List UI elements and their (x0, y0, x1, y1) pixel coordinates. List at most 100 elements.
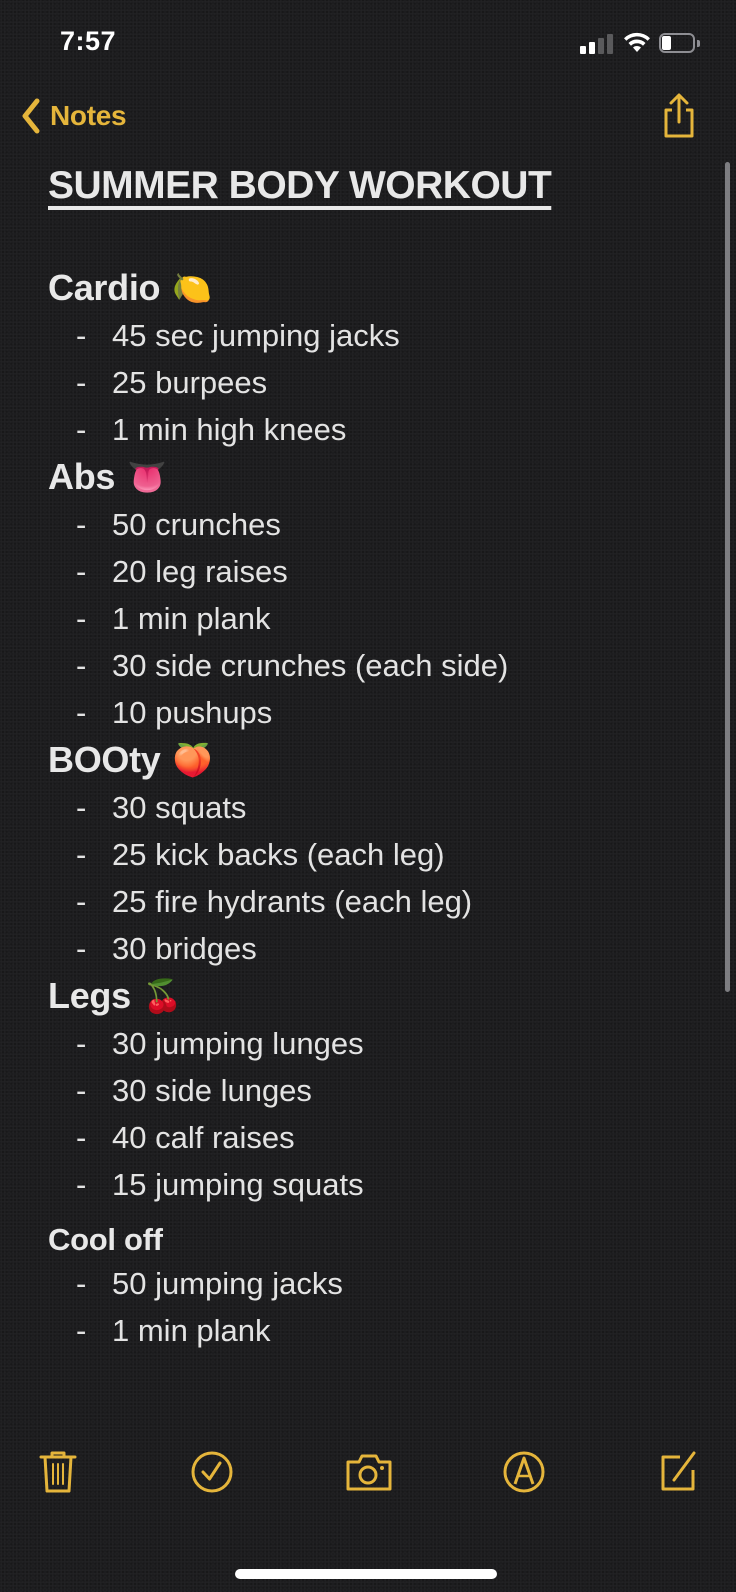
cellular-signal-icon (580, 34, 614, 54)
section-abs: Abs 👅 -50 crunches -20 leg raises -1 min pla… (48, 453, 708, 736)
section-legs: Legs 🍒 -30 jumping lunges -30 side lunges -4… (48, 972, 708, 1208)
peach-emoji: 🍑 (172, 742, 213, 778)
navigation-bar: Notes (0, 92, 736, 142)
exercise-text: 20 leg raises (112, 554, 288, 589)
exercise-item: -1 min plank (48, 1307, 708, 1354)
exercise-text: 30 side lunges (112, 1073, 312, 1108)
note-body[interactable]: SUMMER BODY WORKOUT Cardio 🍋 -45 sec jumpi… (48, 160, 708, 1354)
exercise-item: -1 min plank (48, 595, 708, 642)
compose-icon[interactable] (656, 1448, 700, 1496)
section-heading: Legs 🍒 (48, 972, 708, 1020)
status-bar: 7:57 (0, 0, 736, 80)
home-indicator[interactable] (235, 1569, 497, 1579)
trash-icon[interactable] (36, 1448, 80, 1496)
exercise-text: 30 squats (112, 790, 247, 825)
note-sections: Cardio 🍋 -45 sec jumping jacks -25 burpees -… (48, 264, 708, 1354)
cherries-emoji: 🍒 (142, 978, 183, 1014)
tongue-emoji: 👅 (127, 459, 167, 495)
section-heading-text: Cardio (48, 267, 161, 308)
section-booty: BOOty 🍑 -30 squats -25 kick backs (each leg… (48, 736, 708, 972)
exercise-text: 30 side crunches (each side) (112, 648, 509, 683)
bullet-dash: - (76, 1167, 87, 1202)
camera-icon[interactable] (345, 1448, 393, 1496)
checkmark-circle-icon[interactable] (190, 1448, 234, 1496)
exercise-item: -45 sec jumping jacks (48, 312, 708, 359)
exercise-text: 30 bridges (112, 931, 257, 966)
exercise-text: 50 jumping jacks (112, 1266, 343, 1301)
scrollbar[interactable] (725, 162, 730, 992)
exercise-item: -1 min high knees (48, 406, 708, 453)
battery-icon (659, 33, 701, 55)
section-heading-text: Legs (48, 975, 131, 1016)
exercise-text: 40 calf raises (112, 1120, 295, 1155)
status-time: 7:57 (60, 26, 117, 56)
back-label: Notes (50, 100, 127, 131)
bullet-dash: - (76, 1026, 87, 1061)
exercise-list: -30 squats -25 kick backs (each leg) -25 f… (48, 784, 708, 972)
exercise-item: -40 calf raises (48, 1114, 708, 1161)
section-heading: Cardio 🍋 (48, 264, 708, 312)
exercise-item: -30 side lunges (48, 1067, 708, 1114)
bullet-dash: - (76, 1120, 87, 1155)
exercise-item: -10 pushups (48, 689, 708, 736)
bullet-dash: - (76, 318, 87, 353)
section-heading-text: BOOty (48, 739, 161, 780)
section-cardio: Cardio 🍋 -45 sec jumping jacks -25 burpees -… (48, 264, 708, 453)
bullet-dash: - (76, 1313, 87, 1348)
section-heading-text: Cool off (48, 1222, 163, 1257)
exercise-text: 1 min plank (112, 601, 271, 636)
exercise-list: -30 jumping lunges -30 side lunges -40 cal… (48, 1020, 708, 1208)
exercise-text: 25 fire hydrants (each leg) (112, 884, 473, 919)
exercise-item: -25 burpees (48, 359, 708, 406)
section-heading: Abs 👅 (48, 453, 708, 501)
wifi-icon (624, 32, 650, 52)
exercise-item: -50 crunches (48, 501, 708, 548)
section-heading: Cool off (48, 1220, 708, 1260)
bullet-dash: - (76, 412, 87, 447)
exercise-item: -30 side crunches (each side) (48, 642, 708, 689)
markup-pen-icon[interactable] (502, 1448, 546, 1496)
section-heading-text: Abs (48, 456, 116, 497)
exercise-text: 1 min high knees (112, 412, 347, 447)
exercise-text: 30 jumping lunges (112, 1026, 364, 1061)
bullet-dash: - (76, 884, 87, 919)
exercise-item: -25 fire hydrants (each leg) (48, 878, 708, 925)
exercise-item: -15 jumping squats (48, 1161, 708, 1208)
share-icon[interactable] (660, 92, 698, 140)
bullet-dash: - (76, 695, 87, 730)
exercise-list: -45 sec jumping jacks -25 burpees -1 min h… (48, 312, 708, 453)
battery-level (662, 36, 671, 50)
bullet-dash: - (76, 1073, 87, 1108)
exercise-list: -50 crunches -20 leg raises -1 min plank -3… (48, 501, 708, 736)
note-title: SUMMER BODY WORKOUT (48, 164, 552, 207)
exercise-item: -50 jumping jacks (48, 1260, 708, 1307)
bullet-dash: - (76, 648, 87, 683)
exercise-text: 25 kick backs (each leg) (112, 837, 445, 872)
exercise-text: 45 sec jumping jacks (112, 318, 400, 353)
exercise-item: -20 leg raises (48, 548, 708, 595)
bullet-dash: - (76, 601, 87, 636)
bottom-toolbar (0, 1448, 736, 1498)
section-cool-off: Cool off -50 jumping jacks -1 min plank (48, 1220, 708, 1354)
exercise-text: 1 min plank (112, 1313, 271, 1348)
exercise-item: -25 kick backs (each leg) (48, 831, 708, 878)
exercise-text: 15 jumping squats (112, 1167, 364, 1202)
bullet-dash: - (76, 554, 87, 589)
bullet-dash: - (76, 931, 87, 966)
exercise-text: 50 crunches (112, 507, 281, 542)
chevron-left-icon (22, 98, 40, 134)
exercise-text: 10 pushups (112, 695, 273, 730)
exercise-list: -50 jumping jacks -1 min plank (48, 1260, 708, 1354)
bullet-dash: - (76, 790, 87, 825)
bullet-dash: - (76, 1266, 87, 1301)
lemon-emoji: 🍋 (172, 270, 212, 306)
exercise-item: -30 bridges (48, 925, 708, 972)
exercise-item: -30 jumping lunges (48, 1020, 708, 1067)
back-button[interactable]: Notes (20, 96, 127, 136)
bullet-dash: - (76, 837, 87, 872)
bullet-dash: - (76, 507, 87, 542)
bullet-dash: - (76, 365, 87, 400)
exercise-text: 25 burpees (112, 365, 268, 400)
exercise-item: -30 squats (48, 784, 708, 831)
section-heading: BOOty 🍑 (48, 736, 708, 784)
